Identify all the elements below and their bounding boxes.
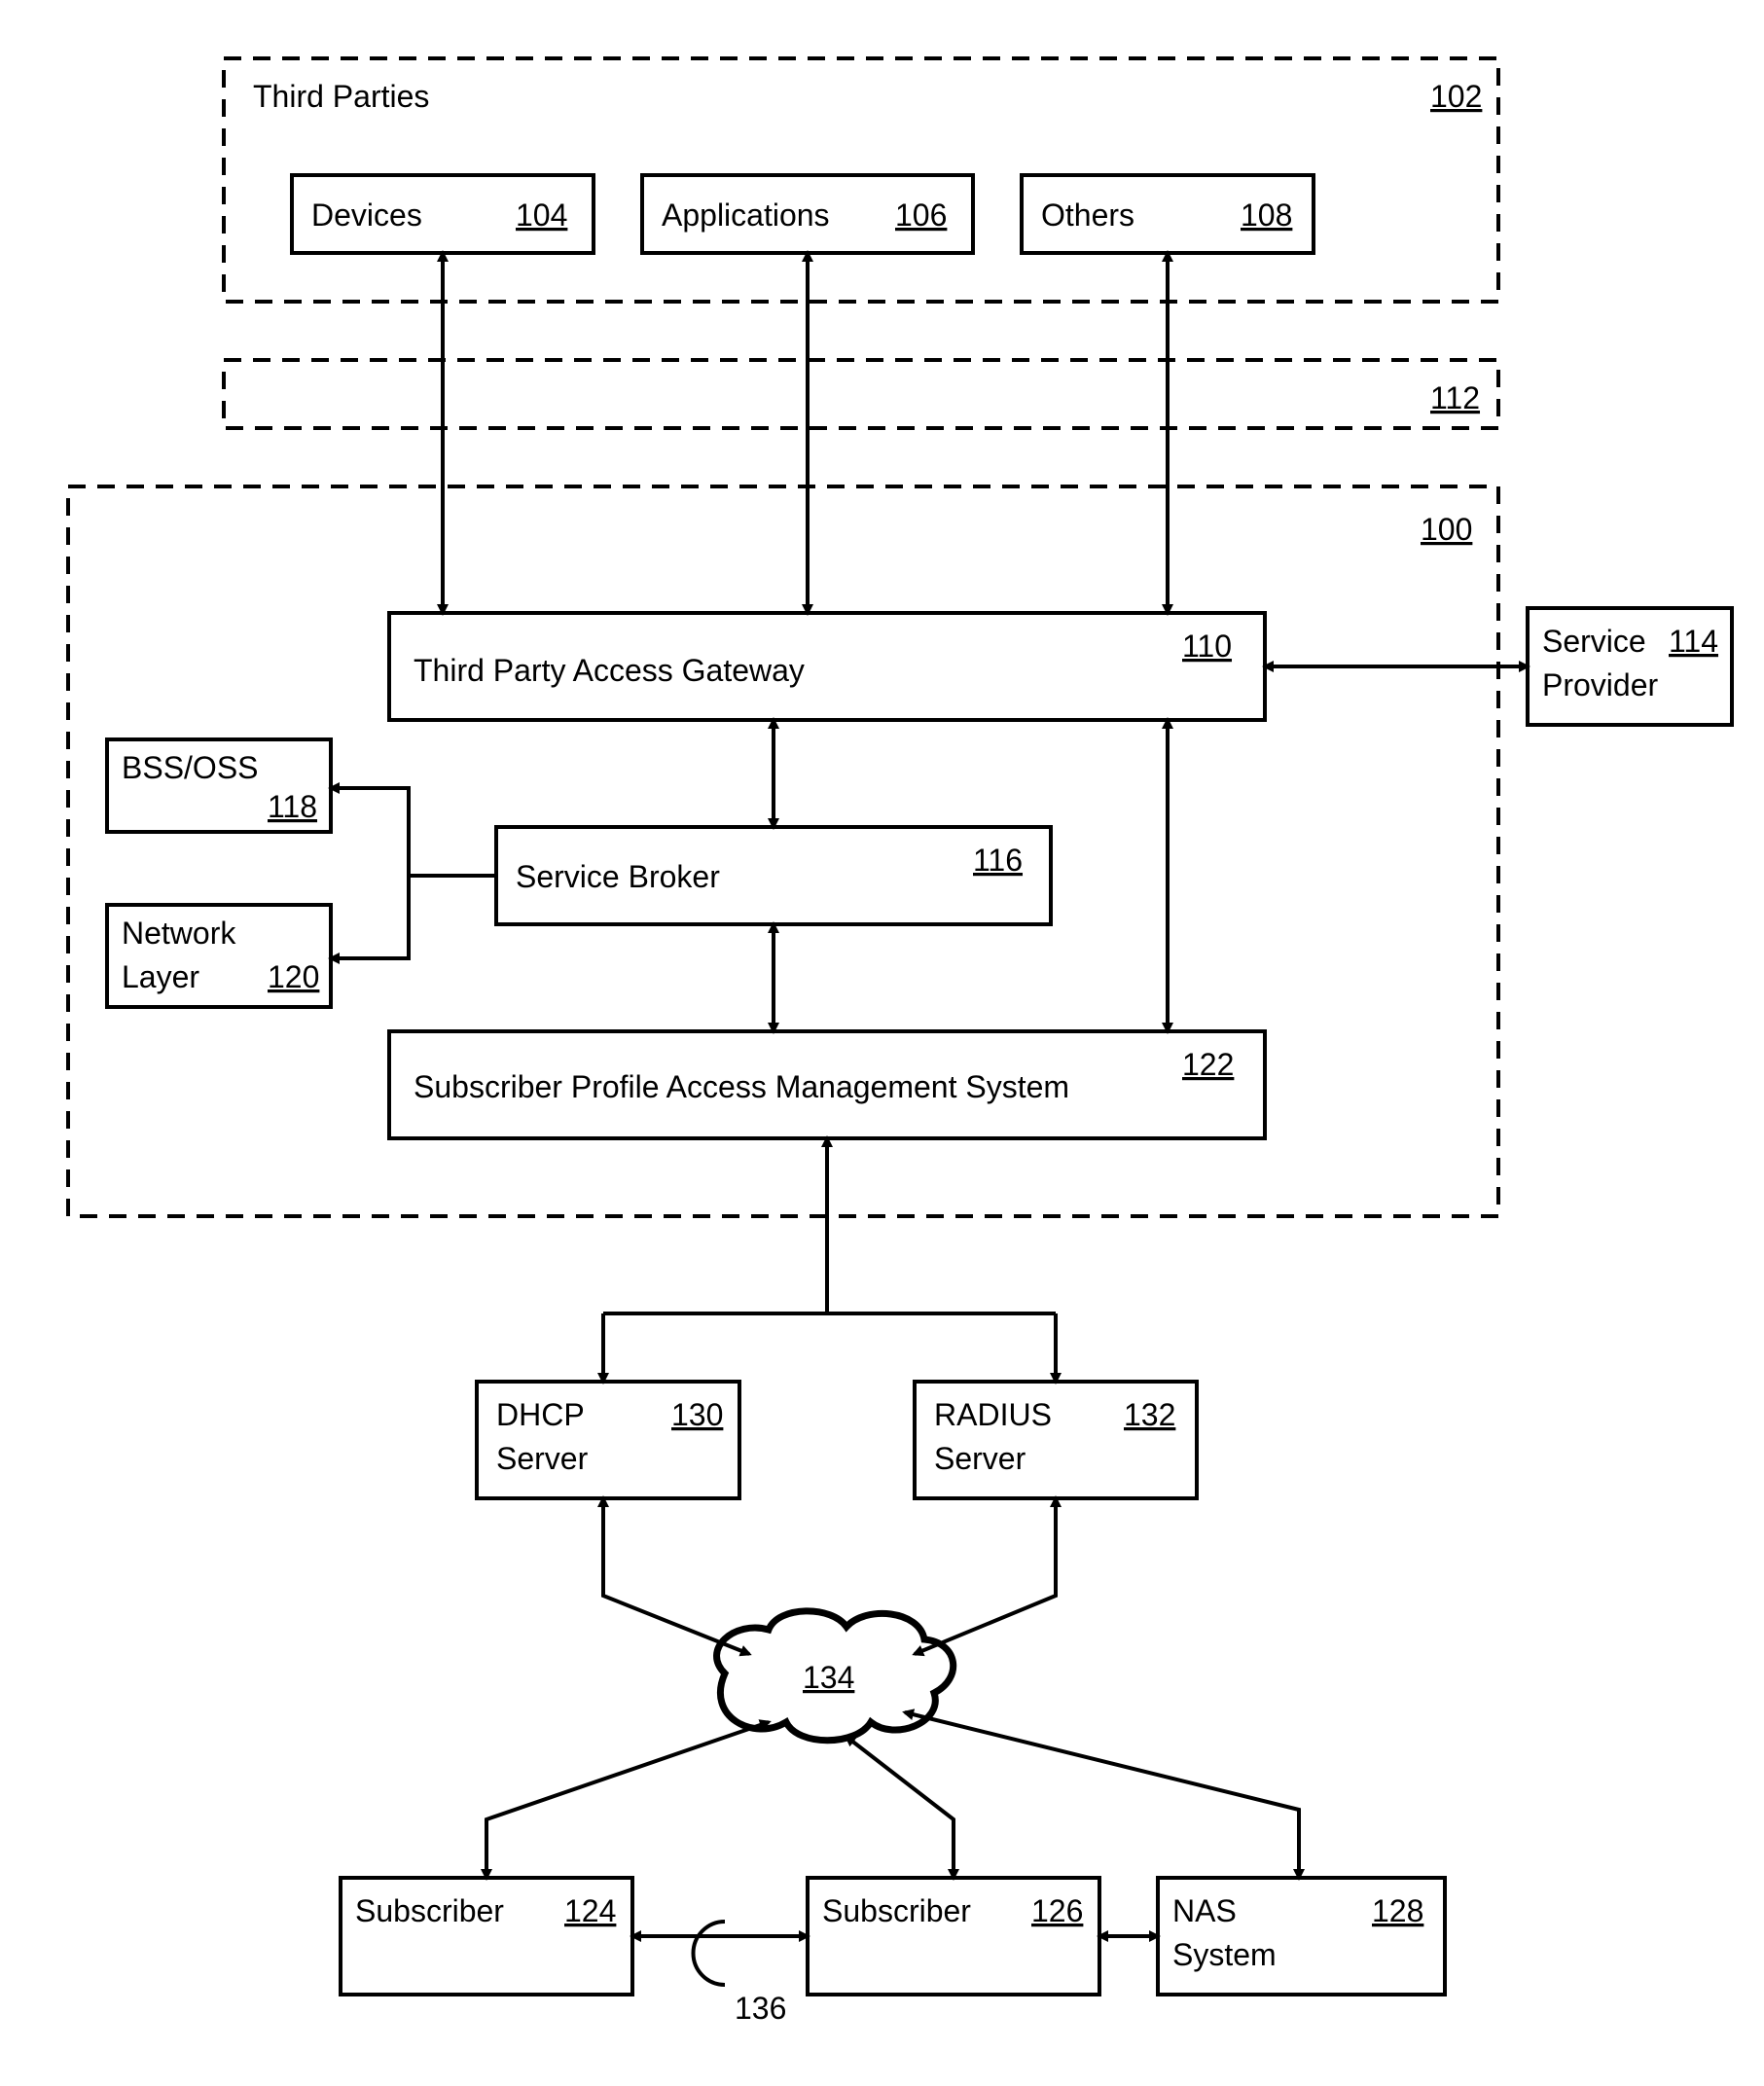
third-parties-title: Third Parties [253,79,429,114]
architecture-diagram: Third Parties 102 Devices 104 Applicatio… [0,0,1764,2086]
network-layer-label2: Layer [122,959,199,994]
radius-num: 132 [1124,1397,1175,1432]
gateway-label: Third Party Access Gateway [414,653,805,688]
service-broker-num: 116 [973,843,1023,878]
dhcp-label2: Server [496,1441,589,1476]
subscriber1-label: Subscriber [355,1893,504,1928]
dhcp-label1: DHCP [496,1397,585,1432]
others-label: Others [1041,198,1134,233]
interface-band [224,360,1498,428]
others-num: 108 [1241,198,1292,233]
third-parties-num: 102 [1430,79,1482,114]
service-provider-label2: Provider [1542,667,1659,702]
network-layer-label1: Network [122,916,236,951]
radius-label2: Server [934,1441,1026,1476]
service-broker-label: Service Broker [516,859,720,894]
swap-arc [694,1922,726,1985]
spams-label: Subscriber Profile Access Management Sys… [414,1069,1069,1104]
conn-cloud-sub1 [486,1722,769,1878]
dhcp-num: 130 [671,1397,723,1432]
service-provider-num: 114 [1669,624,1718,659]
subscriber2-num: 126 [1031,1893,1083,1928]
service-provider-label1: Service [1542,624,1646,659]
nas-label1: NAS [1172,1893,1237,1928]
conn-broker-bssoss [331,788,496,876]
spams-num: 122 [1182,1047,1234,1082]
subscriber2-label: Subscriber [822,1893,971,1928]
network-layer-num: 120 [268,959,319,994]
swap-num: 136 [735,1991,786,2026]
bssoss-label: BSS/OSS [122,750,259,785]
conn-cloud-nas [905,1712,1299,1878]
main-num: 100 [1421,512,1472,547]
devices-num: 104 [516,198,567,233]
interface-num: 112 [1430,380,1480,415]
applications-label: Applications [662,198,830,233]
gateway-num: 110 [1182,629,1232,664]
applications-num: 106 [895,198,947,233]
conn-radius-cloud [915,1498,1056,1654]
conn-dhcp-cloud [603,1498,749,1654]
subscriber1-num: 124 [564,1893,616,1928]
radius-label1: RADIUS [934,1397,1052,1432]
conn-broker-network [331,876,409,958]
devices-label: Devices [311,198,422,233]
conn-cloud-sub2 [846,1737,954,1878]
nas-num: 128 [1372,1893,1423,1928]
nas-label2: System [1172,1937,1277,1972]
bssoss-num: 118 [268,789,317,824]
cloud-num: 134 [803,1660,854,1695]
